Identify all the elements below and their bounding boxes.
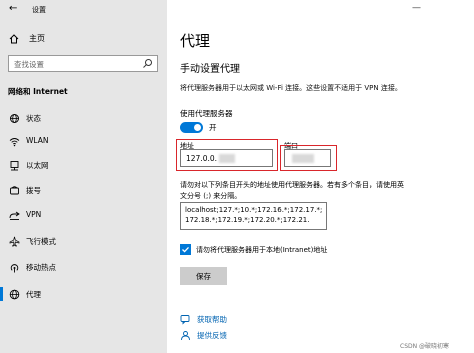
sidebar-item-label: 状态 <box>26 114 41 123</box>
address-highlight <box>176 139 278 171</box>
local-bypass-label: 请勿将代理服务器用于本地(Intranet)地址 <box>196 246 328 254</box>
sidebar-item-vpn[interactable]: VPN <box>0 205 167 225</box>
get-help-link[interactable]: 获取帮助 <box>180 314 227 325</box>
sidebar-section-title: 网络和 Internet <box>8 87 68 96</box>
selected-indicator <box>0 287 3 301</box>
toggle-state: 开 <box>209 123 217 132</box>
status-icon <box>10 114 19 123</box>
search-input[interactable]: 查找设置 <box>8 55 158 72</box>
sidebar-item-airplane[interactable]: 飞行模式 <box>0 231 167 251</box>
toggle-knob <box>194 124 201 131</box>
help-icon <box>180 315 190 325</box>
section-heading: 手动设置代理 <box>180 64 240 75</box>
sidebar-item-label: WLAN <box>26 136 49 145</box>
page-title: 代理 <box>180 32 211 50</box>
ethernet-icon <box>10 161 19 171</box>
sidebar-item-status[interactable]: 状态 <box>0 108 167 128</box>
search-placeholder: 查找设置 <box>14 60 44 69</box>
vpn-icon <box>9 211 20 220</box>
toggle-label: 使用代理服务器 <box>180 109 233 118</box>
sidebar-item-label: 以太网 <box>26 161 49 170</box>
sidebar-item-proxy[interactable]: 代理 <box>0 284 167 304</box>
exceptions-value: localhost;127.*;10.*;172.16.*;172.17.*;1… <box>185 206 323 224</box>
exceptions-input[interactable]: localhost;127.*;10.*;172.16.*;172.17.*;1… <box>180 202 327 230</box>
sidebar-item-ethernet[interactable]: 以太网 <box>0 155 167 175</box>
watermark: CSDN @破晓初寒 <box>400 343 450 350</box>
port-highlight <box>280 145 337 171</box>
checkmark-icon <box>182 246 189 253</box>
window-title: 设置 <box>32 6 46 14</box>
proxy-icon <box>9 289 20 300</box>
main-panel: — 代理 手动设置代理 将代理服务器用于以太网或 Wi-Fi 连接。这些设置不适… <box>167 0 474 353</box>
sidebar-item-label: 拨号 <box>26 186 41 195</box>
home-icon <box>9 33 19 43</box>
feedback-link[interactable]: 提供反馈 <box>180 330 227 341</box>
home-label: 主页 <box>29 34 45 43</box>
save-button[interactable]: 保存 <box>180 267 227 285</box>
local-bypass-checkbox[interactable] <box>180 244 191 255</box>
back-arrow-icon[interactable]: ← <box>9 3 17 14</box>
search-icon[interactable] <box>142 58 153 69</box>
sidebar-item-label: 飞行模式 <box>26 237 56 246</box>
minimize-button[interactable]: — <box>412 3 421 13</box>
feedback-icon <box>181 331 190 341</box>
sidebar-item-label: 移动热点 <box>26 263 56 272</box>
dialup-icon <box>10 186 19 195</box>
airplane-icon <box>9 236 20 247</box>
sidebar-item-label: 代理 <box>26 290 41 299</box>
feedback-label: 提供反馈 <box>197 331 227 340</box>
sidebar: ← 设置 主页 查找设置 网络和 Internet 状态 WLAN 以太网 拨号… <box>0 0 167 353</box>
exceptions-description: 请勿对以下列条目开头的地址使用代理服务器。若有多个条目，请使用英文分号 (;) … <box>180 181 404 200</box>
sidebar-item-hotspot[interactable]: 移动热点 <box>0 257 167 277</box>
sidebar-item-dialup[interactable]: 拨号 <box>0 180 167 200</box>
section-description: 将代理服务器用于以太网或 Wi-Fi 连接。这些设置不适用于 VPN 连接。 <box>180 84 402 92</box>
wifi-icon <box>9 138 20 147</box>
home-nav[interactable]: 主页 <box>9 33 45 44</box>
proxy-toggle[interactable] <box>180 122 203 133</box>
hotspot-icon <box>10 264 19 273</box>
sidebar-item-label: VPN <box>26 210 42 219</box>
get-help-label: 获取帮助 <box>197 315 227 324</box>
sidebar-item-wlan[interactable]: WLAN <box>0 131 167 151</box>
